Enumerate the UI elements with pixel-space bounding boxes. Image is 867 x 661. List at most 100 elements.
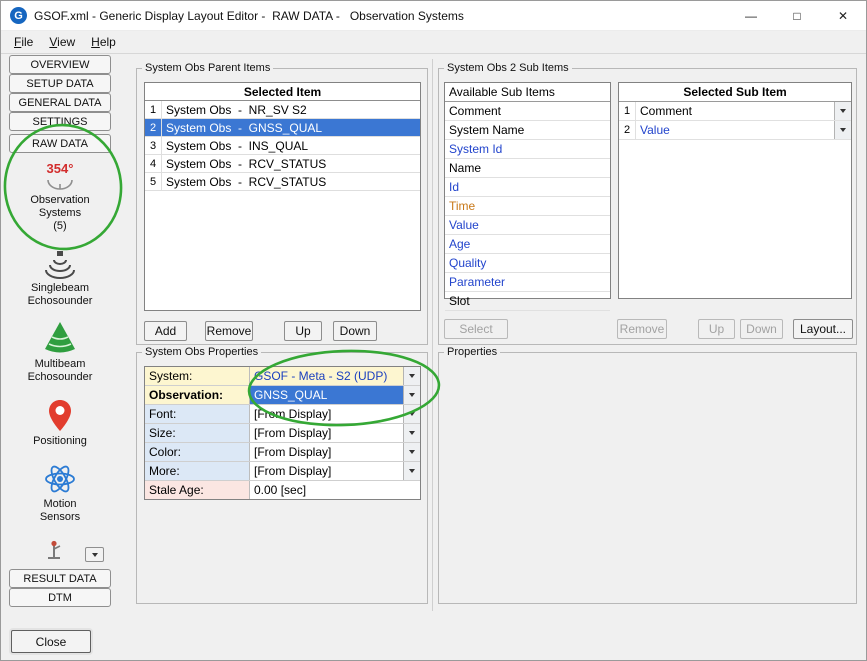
list-item[interactable]: Quality [445, 254, 610, 273]
property-label: Size: [145, 424, 250, 442]
minimize-button[interactable]: — [728, 1, 774, 30]
list-item[interactable]: Age [445, 235, 610, 254]
list-item[interactable]: Slot [445, 292, 610, 311]
select-button: Select [444, 319, 508, 339]
size-dropdown[interactable]: [From Display] [250, 424, 420, 442]
property-row-size: Size: [From Display] [145, 424, 420, 443]
chevron-down-icon [92, 553, 98, 557]
property-row-observation: Observation: GNSS_QUAL [145, 386, 420, 405]
sidebar-item-general-data[interactable]: GENERAL DATA [9, 93, 111, 112]
remove-button[interactable]: Remove [205, 321, 253, 341]
sidebar-item-dtm[interactable]: DTM [9, 588, 111, 607]
properties-grid: System: GSOF - Meta - S2 (UDP) Observati… [144, 366, 421, 500]
remove-sub-button: Remove [617, 319, 667, 339]
list-item[interactable]: Name [445, 159, 610, 178]
menu-file[interactable]: File [6, 32, 41, 52]
stale-age-field[interactable]: 0.00 [sec] [250, 481, 420, 499]
multibeam-icon [39, 319, 81, 357]
tool-label: Positioning [9, 435, 111, 448]
chevron-down-icon[interactable] [834, 121, 851, 139]
chevron-down-icon[interactable] [834, 102, 851, 120]
tool-label: Observation [9, 194, 111, 207]
list-item[interactable]: Comment [445, 102, 610, 121]
selected-sub-items-table: Selected Sub Item 1 Comment 2 Value [618, 82, 852, 299]
table-row[interactable]: 5 System Obs - RCV_STATUS [145, 173, 420, 191]
sidebar-item-settings[interactable]: SETTINGS [9, 112, 111, 131]
parent-items-table: Selected Item 1 System Obs - NR_SV S2 2 … [144, 82, 421, 311]
color-dropdown[interactable]: [From Display] [250, 443, 420, 461]
available-sub-items-list: Available Sub Items Comment System Name … [444, 82, 611, 299]
table-row[interactable]: 3 System Obs - INS_QUAL [145, 137, 420, 155]
extra-tool-icon[interactable] [43, 539, 65, 561]
compass-354-icon: 354° [38, 159, 82, 193]
sidebar-item-result-data[interactable]: RESULT DATA [9, 569, 111, 588]
tool-label: Multibeam [9, 358, 111, 371]
property-label: System: [145, 367, 250, 385]
chevron-down-icon[interactable] [403, 386, 420, 404]
table-row[interactable]: 1 Comment [619, 102, 851, 121]
menu-view[interactable]: View [41, 32, 83, 52]
property-label: Stale Age: [145, 481, 250, 499]
menu-bar: File View Help [1, 31, 866, 54]
window-controls: — □ ✕ [728, 1, 866, 30]
tool-label: Echosounder [9, 371, 111, 384]
sidebar-tool-positioning[interactable]: Positioning [9, 397, 111, 448]
tool-label: Motion [9, 498, 111, 511]
list-item[interactable]: Time [445, 197, 610, 216]
positioning-pin-icon [43, 397, 77, 434]
chevron-down-icon[interactable] [403, 367, 420, 385]
row-number: 1 [145, 101, 162, 118]
down-sub-button: Down [740, 319, 783, 339]
svg-text:354°: 354° [47, 161, 74, 176]
group-properties-empty-title: Properties [444, 346, 500, 358]
more-dropdown[interactable]: [From Display] [250, 462, 420, 480]
group-properties-title: System Obs Properties [142, 346, 261, 358]
list-item[interactable]: Value [445, 216, 610, 235]
sidebar-item-setup-data[interactable]: SETUP DATA [9, 74, 111, 93]
table-row[interactable]: 4 System Obs - RCV_STATUS [145, 155, 420, 173]
sidebar-tool-multibeam[interactable]: Multibeam Echosounder [9, 319, 111, 384]
sidebar-tool-observation-systems[interactable]: 354° Observation Systems (5) [9, 159, 111, 233]
maximize-button[interactable]: □ [774, 1, 820, 30]
title-bar: G GSOF.xml - Generic Display Layout Edit… [1, 1, 866, 31]
tool-label: Singlebeam [9, 282, 111, 295]
up-button[interactable]: Up [284, 321, 322, 341]
group-sub-items-title: System Obs 2 Sub Items [444, 62, 572, 74]
panel-divider [432, 59, 433, 611]
sidebar-item-raw-data[interactable]: RAW DATA [9, 134, 111, 153]
list-item[interactable]: Parameter [445, 273, 610, 292]
menu-help[interactable]: Help [83, 32, 124, 52]
list-item[interactable]: System Id [445, 140, 610, 159]
row-number: 4 [145, 155, 162, 172]
list-item[interactable]: System Name [445, 121, 610, 140]
sidebar-tool-motion-sensors[interactable]: Motion Sensors [9, 461, 111, 524]
add-button[interactable]: Add [144, 321, 187, 341]
chevron-down-icon[interactable] [403, 443, 420, 461]
sidebar-tool-singlebeam[interactable]: Singlebeam Echosounder [9, 249, 111, 308]
tool-label: Sensors [9, 511, 111, 524]
observation-dropdown[interactable]: GNSS_QUAL [250, 386, 420, 404]
layout-button[interactable]: Layout... [793, 319, 853, 339]
down-button[interactable]: Down [333, 321, 377, 341]
property-row-more: More: [From Display] [145, 462, 420, 481]
row-text: System Obs - RCV_STATUS [162, 155, 420, 172]
row-text: System Obs - RCV_STATUS [162, 173, 420, 190]
chevron-down-icon[interactable] [403, 424, 420, 442]
property-row-font: Font: [From Display] [145, 405, 420, 424]
list-item[interactable]: Id [445, 178, 610, 197]
app-window: G GSOF.xml - Generic Display Layout Edit… [0, 0, 867, 661]
parent-items-header: Selected Item [145, 83, 420, 101]
row-text: System Obs - NR_SV S2 [162, 101, 420, 118]
table-row[interactable]: 1 System Obs - NR_SV S2 [145, 101, 420, 119]
system-dropdown[interactable]: GSOF - Meta - S2 (UDP) [250, 367, 420, 385]
tool-strip-dropdown-button[interactable] [85, 547, 104, 562]
chevron-down-icon[interactable] [403, 462, 420, 480]
chevron-down-icon[interactable] [403, 405, 420, 423]
table-row[interactable]: 2 Value [619, 121, 851, 140]
row-text: System Obs - GNSS_QUAL [162, 119, 420, 136]
close-window-button[interactable]: ✕ [820, 1, 866, 30]
font-dropdown[interactable]: [From Display] [250, 405, 420, 423]
sidebar-item-overview[interactable]: OVERVIEW [9, 55, 111, 74]
table-row-selected[interactable]: 2 System Obs - GNSS_QUAL [145, 119, 420, 137]
close-button[interactable]: Close [11, 630, 91, 653]
